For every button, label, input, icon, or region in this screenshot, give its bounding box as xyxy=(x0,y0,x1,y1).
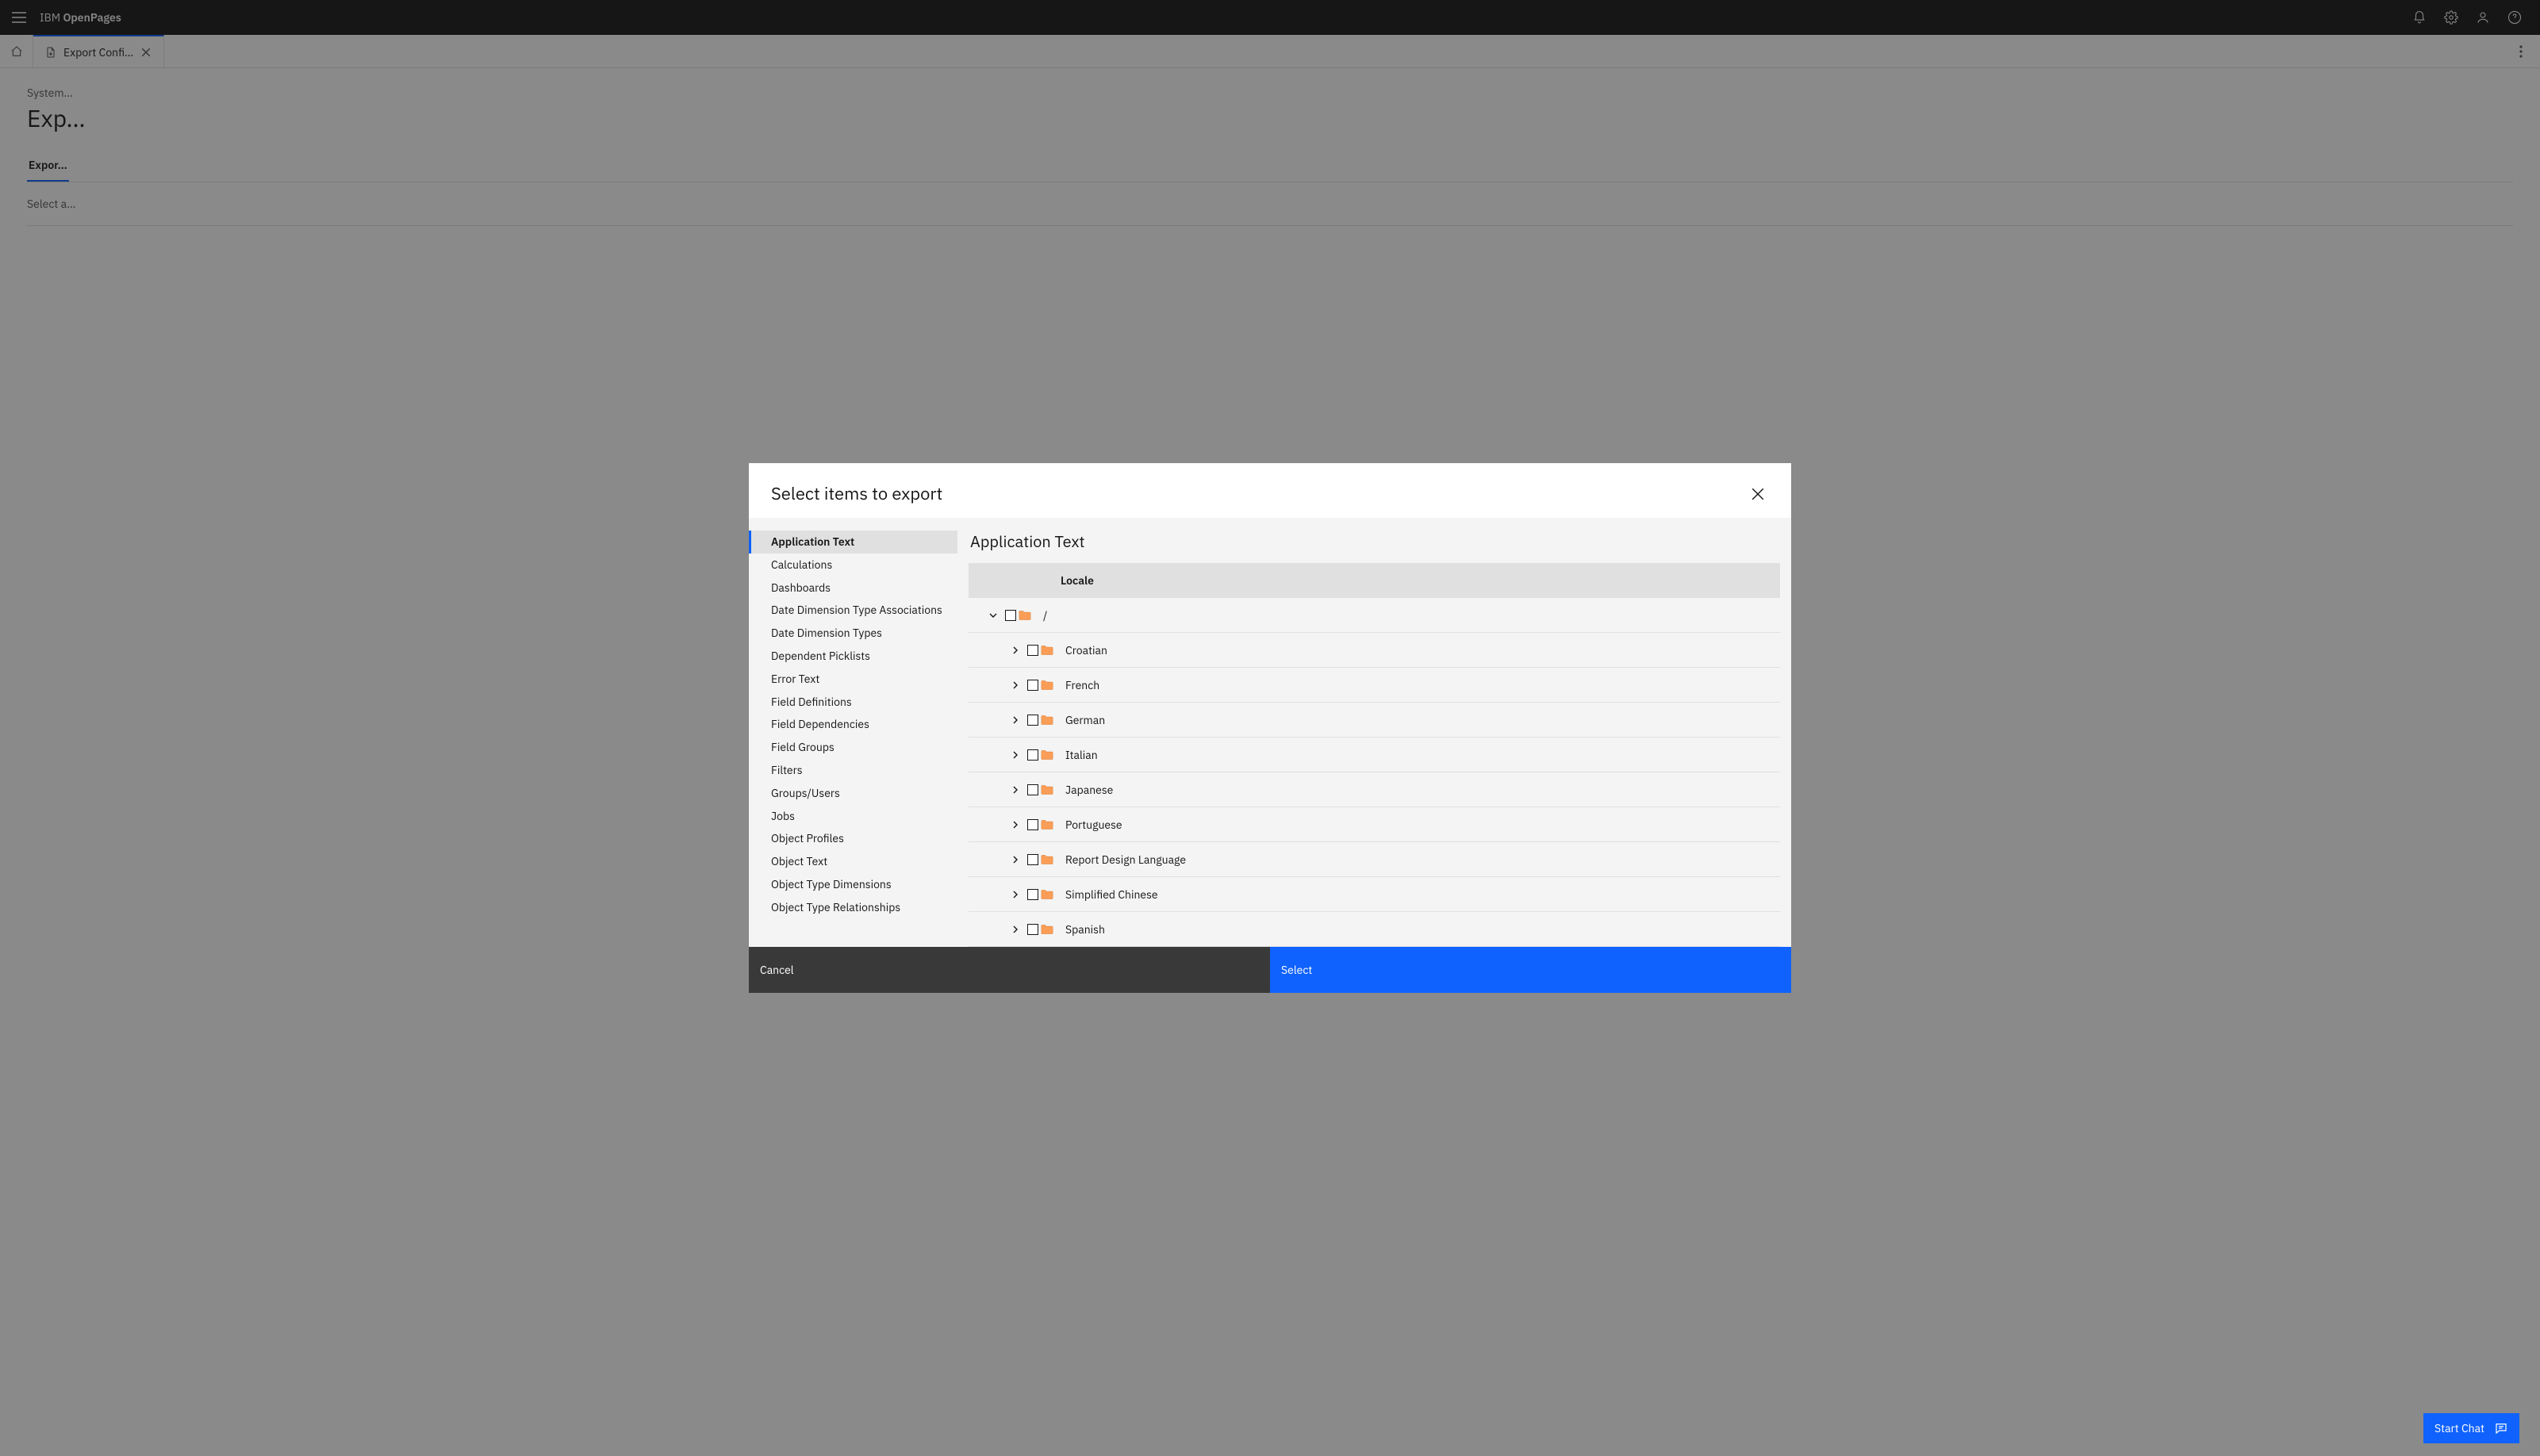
column-header-locale: Locale xyxy=(1061,573,1094,588)
chevron-down-icon[interactable] xyxy=(986,608,1000,623)
start-chat-button[interactable]: Start Chat xyxy=(2423,1413,2519,1443)
chevron-right-icon[interactable] xyxy=(1008,783,1023,797)
category-item[interactable]: Calculations xyxy=(749,554,957,577)
tree-row[interactable]: Italian xyxy=(969,738,1780,772)
modal-overlay: Select items to export Application TextC… xyxy=(0,0,2540,1456)
folder-icon xyxy=(1040,748,1054,762)
category-item[interactable]: Jobs xyxy=(749,805,957,828)
cancel-label: Cancel xyxy=(760,963,794,977)
category-item[interactable]: Error Text xyxy=(749,668,957,691)
checkbox[interactable] xyxy=(1027,784,1038,795)
export-modal: Select items to export Application TextC… xyxy=(749,463,1791,993)
modal-header: Select items to export xyxy=(749,463,1791,518)
row-label: / xyxy=(1043,608,1780,623)
select-button[interactable]: Select xyxy=(1270,947,1791,993)
locale-tree: / Croatian French German Italian Japanese Port… xyxy=(969,598,1780,947)
row-label: Report Design Language xyxy=(1065,853,1780,867)
tree-row[interactable]: Spanish xyxy=(969,912,1780,947)
tree-row[interactable]: French xyxy=(969,668,1780,703)
chat-label: Start Chat xyxy=(2434,1421,2484,1435)
chevron-right-icon[interactable] xyxy=(1008,887,1023,902)
category-item[interactable]: Date Dimension Types xyxy=(749,622,957,645)
chevron-right-icon[interactable] xyxy=(1008,678,1023,692)
category-item[interactable]: Dashboards xyxy=(749,577,957,600)
category-item[interactable]: Object Text xyxy=(749,850,957,873)
checkbox[interactable] xyxy=(1027,715,1038,726)
category-item[interactable]: Filters xyxy=(749,759,957,782)
row-label: French xyxy=(1065,678,1780,692)
checkbox[interactable] xyxy=(1027,645,1038,656)
category-item[interactable]: Groups/Users xyxy=(749,782,957,805)
chat-icon xyxy=(2494,1421,2508,1435)
category-item[interactable]: Application Text xyxy=(749,531,957,554)
category-item[interactable]: Field Groups xyxy=(749,736,957,759)
row-label: Portuguese xyxy=(1065,818,1780,832)
row-label: Croatian xyxy=(1065,643,1780,657)
category-item[interactable]: Object Type Relationships xyxy=(749,896,957,919)
checkbox[interactable] xyxy=(1027,889,1038,900)
chevron-right-icon[interactable] xyxy=(1008,643,1023,657)
cancel-button[interactable]: Cancel xyxy=(749,947,1270,993)
tree-row[interactable]: German xyxy=(969,703,1780,738)
chevron-right-icon[interactable] xyxy=(1008,748,1023,762)
panel-title: Application Text xyxy=(969,531,1780,552)
row-label: Italian xyxy=(1065,748,1780,762)
checkbox[interactable] xyxy=(1027,749,1038,761)
category-item[interactable]: Dependent Picklists xyxy=(749,645,957,668)
row-label: Japanese xyxy=(1065,783,1780,797)
category-item[interactable]: Date Dimension Type Associations xyxy=(749,599,957,622)
category-item[interactable]: Object Profiles xyxy=(749,827,957,850)
close-icon[interactable] xyxy=(1747,483,1769,505)
category-list: Application TextCalculationsDashboardsDa… xyxy=(749,518,957,947)
checkbox[interactable] xyxy=(1027,819,1038,830)
chevron-right-icon[interactable] xyxy=(1008,818,1023,832)
tree-row-root[interactable]: / xyxy=(969,598,1780,633)
row-label: Simplified Chinese xyxy=(1065,887,1780,902)
tree-row[interactable]: Report Design Language xyxy=(969,842,1780,877)
checkbox[interactable] xyxy=(1027,854,1038,865)
modal-body: Application TextCalculationsDashboardsDa… xyxy=(749,518,1791,947)
tree-row[interactable]: Croatian xyxy=(969,633,1780,668)
row-label: German xyxy=(1065,713,1780,727)
chevron-right-icon[interactable] xyxy=(1008,853,1023,867)
folder-icon xyxy=(1018,608,1032,623)
row-label: Spanish xyxy=(1065,922,1780,937)
tree-row[interactable]: Portuguese xyxy=(969,807,1780,842)
checkbox[interactable] xyxy=(1027,680,1038,691)
category-item[interactable]: Object Type Dimensions xyxy=(749,873,957,896)
folder-icon xyxy=(1040,783,1054,797)
chevron-right-icon[interactable] xyxy=(1008,713,1023,727)
tree-row[interactable]: Japanese xyxy=(969,772,1780,807)
category-item[interactable]: Field Definitions xyxy=(749,691,957,714)
folder-icon xyxy=(1040,713,1054,727)
checkbox[interactable] xyxy=(1027,924,1038,935)
modal-footer: Cancel Select xyxy=(749,947,1791,993)
checkbox[interactable] xyxy=(1005,610,1016,621)
folder-icon xyxy=(1040,678,1054,692)
folder-icon xyxy=(1040,853,1054,867)
category-item[interactable]: Field Dependencies xyxy=(749,713,957,736)
chevron-right-icon[interactable] xyxy=(1008,922,1023,937)
tree-row[interactable]: Simplified Chinese xyxy=(969,877,1780,912)
select-label: Select xyxy=(1281,963,1312,977)
table-header: Locale xyxy=(969,563,1780,598)
folder-icon xyxy=(1040,643,1054,657)
folder-icon xyxy=(1040,818,1054,832)
folder-icon xyxy=(1040,922,1054,937)
category-panel: Application Text Locale / Croatian French G… xyxy=(957,518,1791,947)
folder-icon xyxy=(1040,887,1054,902)
modal-title: Select items to export xyxy=(771,482,1747,505)
